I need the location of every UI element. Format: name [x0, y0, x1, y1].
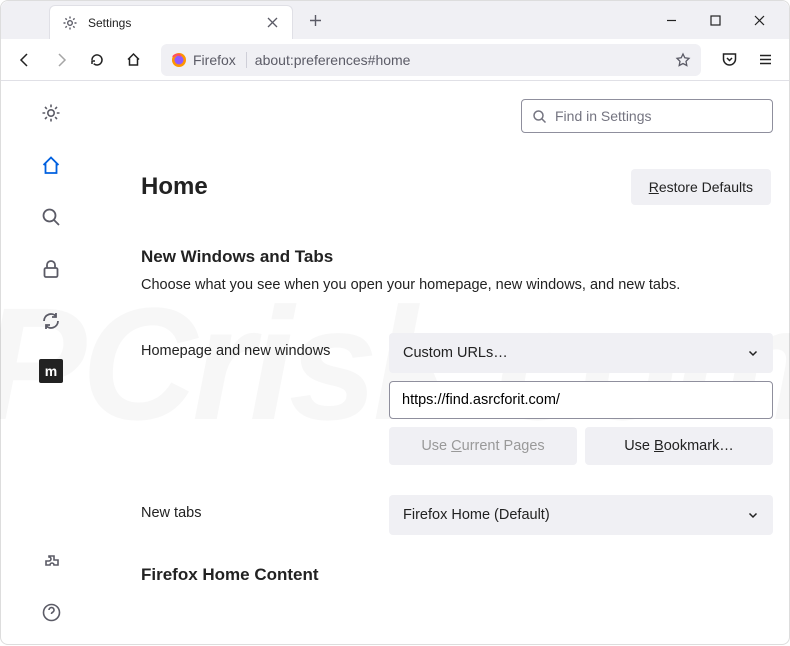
- chevron-down-icon: [747, 347, 759, 359]
- use-current-pages-button: Use Current Pages: [389, 427, 577, 465]
- toolbar: Firefox about:preferences#home: [1, 39, 789, 81]
- sidebar-home-icon[interactable]: [37, 151, 65, 179]
- firefox-logo-icon: [171, 52, 187, 68]
- dropdown-value: Custom URLs…: [403, 345, 508, 361]
- identity-box[interactable]: Firefox: [171, 52, 247, 68]
- save-pocket-button[interactable]: [713, 44, 745, 76]
- identity-label: Firefox: [193, 52, 236, 68]
- page-title: Home: [101, 173, 208, 201]
- sidebar-extensions-icon[interactable]: [37, 548, 65, 576]
- homepage-dropdown[interactable]: Custom URLs…: [389, 333, 773, 373]
- sidebar-more-icon[interactable]: m: [39, 359, 63, 383]
- search-icon: [532, 109, 547, 124]
- use-bookmark-button[interactable]: Use Bookmark…: [585, 427, 773, 465]
- tab-bar: Settings: [1, 1, 789, 39]
- section-description: Choose what you see when you open your h…: [101, 277, 773, 293]
- sidebar-privacy-icon[interactable]: [37, 255, 65, 283]
- gear-icon: [62, 15, 78, 31]
- url-text: about:preferences#home: [255, 52, 667, 68]
- maximize-button[interactable]: [693, 4, 737, 36]
- home-button[interactable]: [117, 44, 149, 76]
- newtabs-dropdown[interactable]: Firefox Home (Default): [389, 495, 773, 535]
- dropdown-value: Firefox Home (Default): [403, 507, 550, 523]
- forward-button: [45, 44, 77, 76]
- sidebar-search-icon[interactable]: [37, 203, 65, 231]
- restore-defaults-button[interactable]: Restore Defaults: [631, 169, 771, 205]
- homepage-url-input[interactable]: [389, 381, 773, 419]
- tab-title: Settings: [88, 16, 254, 30]
- minimize-button[interactable]: [649, 4, 693, 36]
- section-heading: Firefox Home Content: [101, 565, 773, 585]
- section-heading: New Windows and Tabs: [101, 247, 773, 267]
- tab-settings[interactable]: Settings: [49, 5, 293, 39]
- menu-button[interactable]: [749, 44, 781, 76]
- sidebar-help-icon[interactable]: [37, 598, 65, 626]
- back-button[interactable]: [9, 44, 41, 76]
- reload-button[interactable]: [81, 44, 113, 76]
- url-bar[interactable]: Firefox about:preferences#home: [161, 44, 701, 76]
- sidebar: m: [1, 81, 101, 646]
- chevron-down-icon: [747, 509, 759, 521]
- find-settings-search[interactable]: [521, 99, 773, 133]
- close-icon[interactable]: [264, 15, 280, 31]
- find-settings-input[interactable]: [555, 108, 762, 124]
- sidebar-sync-icon[interactable]: [37, 307, 65, 335]
- bookmark-star-icon[interactable]: [675, 52, 691, 68]
- homepage-label: Homepage and new windows: [141, 333, 369, 359]
- sidebar-general-icon[interactable]: [37, 99, 65, 127]
- close-window-button[interactable]: [737, 4, 781, 36]
- newtabs-label: New tabs: [141, 495, 369, 521]
- main-content: Home Restore Defaults New Windows and Ta…: [101, 81, 789, 646]
- new-tab-button[interactable]: [301, 6, 329, 34]
